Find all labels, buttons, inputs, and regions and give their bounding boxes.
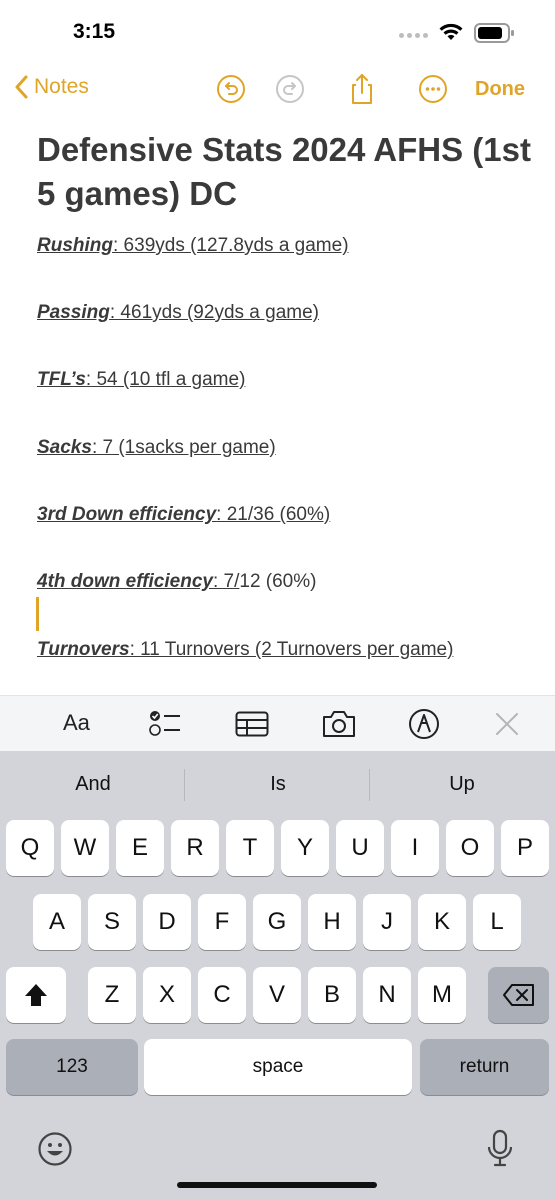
more-icon[interactable] [418,74,448,104]
numbers-key[interactable]: 123 [6,1039,138,1095]
note-line-sacks[interactable]: Sacks: 7 (1sacks per game) [37,437,276,459]
key-g[interactable]: G [253,894,301,950]
signal-dots-icon [399,33,428,38]
key-k[interactable]: K [418,894,466,950]
line-label: 4th down efficiency [37,571,213,592]
key-p[interactable]: P [501,820,549,876]
line-value: : 21/36 (60%) [216,504,331,525]
checklist-icon[interactable] [148,708,182,738]
line-value: : 639yds (127.8yds a game) [113,235,349,256]
line-value: : 7 (1sacks per game) [91,437,276,458]
note-line-3rd-down[interactable]: 3rd Down efficiency: 21/36 (60%) [37,504,330,526]
share-icon[interactable] [347,72,377,106]
key-h[interactable]: H [308,894,356,950]
redo-icon[interactable] [275,74,305,104]
line-value: : 54 (10 [85,369,156,390]
table-icon[interactable] [235,711,269,737]
key-t[interactable]: T [226,820,274,876]
microphone-icon[interactable] [485,1129,515,1169]
battery-icon [474,23,514,43]
key-c[interactable]: C [198,967,246,1023]
backspace-icon [502,984,534,1006]
camera-icon[interactable] [321,709,357,739]
shift-arrow-icon [25,984,47,1006]
home-indicator [177,1182,377,1188]
line-label: Rushing [37,235,113,256]
note-line-rushing[interactable]: Rushing: 639yds (127.8yds a game) [37,235,349,257]
note-line-4th-down[interactable]: 4th down efficiency: 7/12 (60%) [37,571,316,593]
format-toolbar: Aa [0,695,555,752]
chevron-left-icon [15,75,28,99]
key-l[interactable]: L [473,894,521,950]
key-z[interactable]: Z [88,967,136,1023]
line-label: 3rd Down efficiency [37,504,217,525]
keyboard: And Is Up Q W E R T Y U I O P A S D F G … [0,751,555,1200]
text-format-button[interactable]: Aa [63,710,90,736]
spelling-error-word[interactable]: tfl [156,369,171,390]
line-value: : 11 Turnovers (2 Turnovers per game) [129,639,454,660]
line-value-plain: 12 (60%) [239,571,317,592]
note-body[interactable]: Defensive Stats 2024 AFHS (1st 5 games) … [37,128,537,216]
key-x[interactable]: X [143,967,191,1023]
note-line-passing[interactable]: Passing: 461yds (92yds a game) [37,302,319,324]
key-f[interactable]: F [198,894,246,950]
key-a[interactable]: A [33,894,81,950]
note-line-turnovers[interactable]: Turnovers: 11 Turnovers (2 Turnovers per… [37,639,453,661]
key-j[interactable]: J [363,894,411,950]
line-label: Passing [37,302,110,323]
suggestion-3[interactable]: Up [377,773,547,796]
line-value: : 7/ [212,571,240,592]
line-label: Sacks [37,437,92,458]
markup-icon[interactable] [408,708,440,740]
key-s[interactable]: S [88,894,136,950]
key-q[interactable]: Q [6,820,54,876]
shift-key[interactable] [6,967,66,1023]
line-label: Turnovers [37,639,130,660]
key-m[interactable]: M [418,967,466,1023]
predictive-bar: And Is Up [0,751,555,819]
key-u[interactable]: U [336,820,384,876]
delete-key[interactable] [488,967,549,1023]
key-d[interactable]: D [143,894,191,950]
return-key[interactable]: return [420,1039,549,1095]
divider [369,769,370,801]
suggestion-2[interactable]: Is [193,773,363,796]
nav-bar: Notes Done [0,66,555,116]
undo-icon[interactable] [216,74,246,104]
divider [184,769,185,801]
suggestion-1[interactable]: And [8,773,178,796]
note-line-tfls[interactable]: TFL’s: 54 (10 tfl a game) [37,369,245,391]
line-value: : 461yds (92yds a game) [109,302,319,323]
key-o[interactable]: O [446,820,494,876]
back-button[interactable]: Notes [14,75,89,99]
key-y[interactable]: Y [281,820,329,876]
key-e[interactable]: E [116,820,164,876]
space-key[interactable]: space [144,1039,412,1095]
key-b[interactable]: B [308,967,356,1023]
emoji-icon[interactable] [37,1131,73,1167]
close-icon[interactable] [494,711,520,737]
key-n[interactable]: N [363,967,411,1023]
key-i[interactable]: I [391,820,439,876]
key-r[interactable]: R [171,820,219,876]
done-button[interactable]: Done [475,78,525,101]
status-time: 3:15 [73,20,116,43]
note-title[interactable]: Defensive Stats 2024 AFHS (1st 5 games) … [37,128,537,216]
key-w[interactable]: W [61,820,109,876]
back-label: Notes [34,75,89,98]
wifi-icon [439,23,463,40]
line-label: TFL’s [37,369,86,390]
key-v[interactable]: V [253,967,301,1023]
text-cursor [36,597,39,631]
line-value-end: a game) [170,369,246,390]
status-bar: 3:15 [0,0,555,66]
